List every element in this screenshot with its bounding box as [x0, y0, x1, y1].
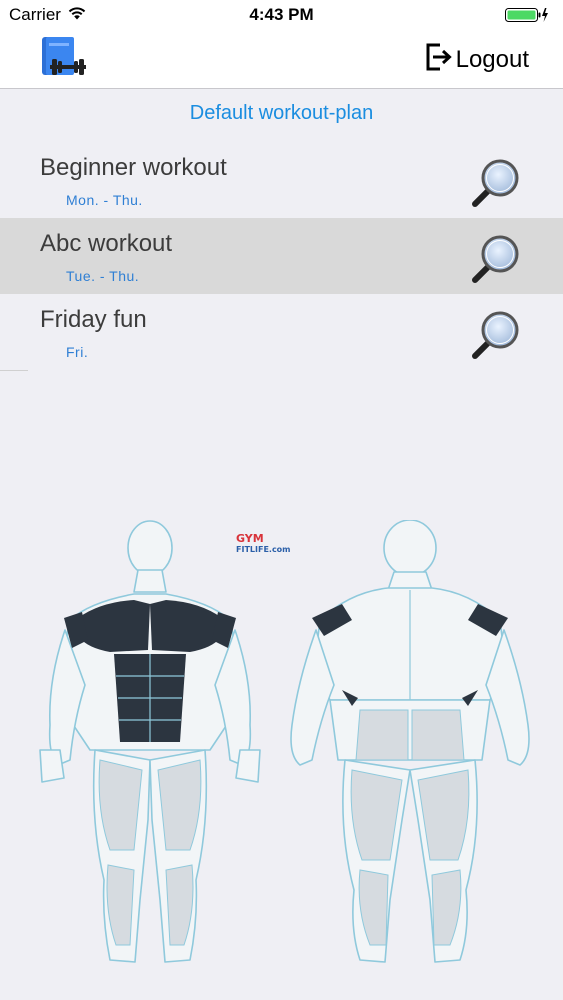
- workout-days: Tue. - Thu.: [66, 268, 140, 284]
- workout-list: Beginner workout Mon. - Thu. Abc workout…: [0, 142, 563, 370]
- workout-days: Fri.: [66, 344, 89, 360]
- logout-label: Logout: [455, 45, 529, 73]
- list-item[interactable]: Abc workout Tue. - Thu.: [0, 218, 563, 294]
- magnifier-icon[interactable]: [465, 230, 525, 290]
- workout-name: Abc workout: [40, 230, 173, 257]
- battery-icon: [505, 6, 549, 29]
- gym-logo-top: GYM: [236, 532, 264, 545]
- muscle-anatomy-illustration: GYM FITLIFE.com: [30, 519, 533, 970]
- list-divider: [0, 370, 28, 371]
- logout-icon: [424, 42, 454, 77]
- status-time: 4:43 PM: [249, 5, 314, 24]
- list-item[interactable]: Friday fun Fri.: [0, 294, 563, 370]
- list-item[interactable]: Beginner workout Mon. - Thu.: [0, 142, 563, 218]
- workout-name: Beginner workout: [40, 154, 227, 181]
- logout-button[interactable]: Logout: [424, 42, 529, 77]
- status-bar: Carrier 4:43 PM: [0, 0, 563, 30]
- gym-logo-bottom: FITLIFE.com: [236, 545, 291, 554]
- workout-days: Mon. - Thu.: [66, 192, 143, 208]
- magnifier-icon[interactable]: [465, 306, 525, 366]
- workout-book-icon: [40, 35, 88, 83]
- workout-plan-title[interactable]: Default workout-plan: [0, 102, 563, 125]
- magnifier-icon[interactable]: [465, 154, 525, 214]
- navigation-bar: Logout: [0, 30, 563, 89]
- workout-name: Friday fun: [40, 306, 147, 333]
